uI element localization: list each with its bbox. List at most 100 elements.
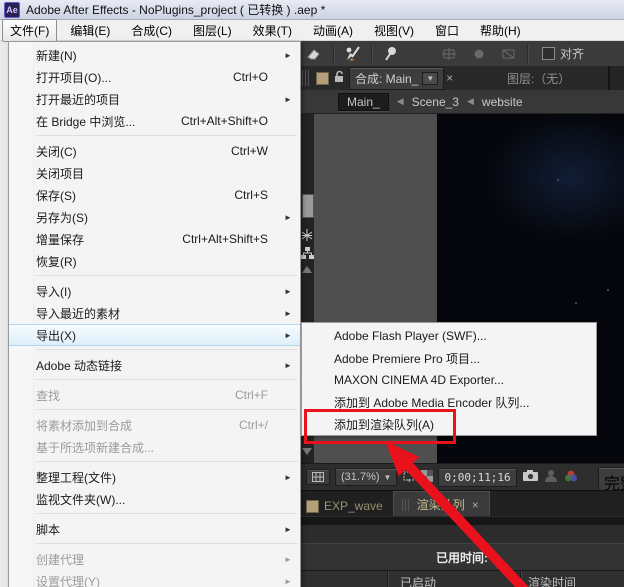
file-menu-item[interactable]: 恢复(R) <box>9 250 300 272</box>
star-speck <box>557 179 559 181</box>
menubar-item[interactable]: 视图(V) <box>366 19 422 42</box>
app-window: Ae Adobe After Effects - NoPlugins_proje… <box>0 0 624 587</box>
submenu-arrow-icon: ► <box>284 308 292 318</box>
file-menu-item[interactable]: 监视文件夹(W)... <box>9 488 300 510</box>
tab-layer[interactable]: 图层:（无） <box>453 70 624 87</box>
snap-label: 对齐 <box>560 47 585 61</box>
menu-separator <box>36 135 297 136</box>
export-submenu-item[interactable]: Adobe Flash Player (SWF)... <box>302 325 596 347</box>
tab-exp-wave[interactable]: EXP_wave <box>300 495 393 517</box>
elapsed-time-label: 已用时间: <box>300 543 624 571</box>
close-icon[interactable]: × <box>472 498 479 512</box>
chevron-down-icon[interactable]: ▼ <box>422 71 439 85</box>
file-menu-item[interactable]: 打开项目(O)... Ctrl+O <box>9 66 300 88</box>
render-queue-columns: 已启动 渲染时间 <box>300 571 624 587</box>
swatch-button[interactable] <box>302 194 314 218</box>
export-submenu-item[interactable]: Adobe Premiere Pro 项目... <box>302 347 596 369</box>
file-menu-item[interactable]: 将素材添加到合成 Ctrl+/ <box>9 414 300 436</box>
file-menu-item[interactable]: 关闭(C) Ctrl+W <box>9 140 300 162</box>
menubar-item[interactable]: 编辑(E) <box>62 19 118 42</box>
submenu-arrow-icon: ► <box>284 94 292 104</box>
file-menu-item[interactable]: 导出(X) ► <box>9 324 300 346</box>
menu-item-label: 查找 <box>36 388 61 403</box>
tab-label: 渲染队列 <box>416 498 465 512</box>
menubar-item[interactable]: 动画(A) <box>305 19 361 42</box>
show-channel-icon[interactable] <box>563 469 579 486</box>
panel-gripper-icon[interactable] <box>302 70 309 86</box>
flowchart-star-icon[interactable] <box>301 228 313 247</box>
puppet-pin-tool-icon[interactable] <box>376 44 406 64</box>
file-menu-item[interactable]: 保存(S) Ctrl+S <box>9 184 300 206</box>
menu-item-shortcut: Ctrl+S <box>234 188 268 202</box>
file-menu-item[interactable]: 打开最近的项目 ► <box>9 88 300 110</box>
tools-toolbar: 对齐 <box>300 41 624 67</box>
menu-separator <box>36 543 297 544</box>
menu-item-label: 增量保存 <box>36 232 85 247</box>
menu-separator <box>36 513 297 514</box>
menu-item-label: 打开项目(O)... <box>36 70 112 85</box>
menubar-item[interactable]: 窗口 <box>427 19 467 42</box>
file-menu-item[interactable]: 新建(N) ► <box>9 44 300 66</box>
file-menu-item[interactable]: 另存为(S) ► <box>9 206 300 228</box>
menu-item-label: 将素材添加到合成 <box>36 418 133 433</box>
file-menu-item[interactable]: 导入(I) ► <box>9 280 300 302</box>
breadcrumb-item[interactable]: Main_ <box>338 92 389 111</box>
file-menu-item[interactable]: 查找 Ctrl+F <box>9 384 300 406</box>
snap-checkbox[interactable] <box>542 47 555 60</box>
star-speck <box>575 302 577 304</box>
breadcrumb-item[interactable]: website <box>482 95 523 109</box>
file-menu-item[interactable]: 导入最近的素材 ► <box>9 302 300 324</box>
menu-item-label: 整理工程(文件) <box>36 470 116 485</box>
menu-item-label: Adobe Flash Player (SWF)... <box>334 329 487 343</box>
viewer-tab-row: 合成: Main_ ▼ × 图层:（无） <box>300 66 624 90</box>
file-menu-item[interactable]: 整理工程(文件) ► <box>9 466 300 488</box>
scroll-down-icon[interactable] <box>302 448 312 455</box>
menu-item-shortcut: Ctrl+O <box>232 70 268 84</box>
menubar-item[interactable]: 文件(F) <box>2 18 58 42</box>
menu-item-label: 导入最近的素材 <box>36 306 121 321</box>
file-menu-item[interactable]: 关闭项目 <box>9 162 300 184</box>
comp-mini-icon <box>316 71 329 85</box>
file-menu-item[interactable]: 增量保存 Ctrl+Alt+Shift+S <box>9 228 300 250</box>
render-queue-header-band <box>300 525 624 543</box>
menu-separator <box>36 379 297 380</box>
close-icon[interactable]: × <box>446 71 453 85</box>
menu-item-shortcut: Ctrl+F <box>235 388 268 402</box>
snapshot-camera-icon[interactable] <box>522 469 539 485</box>
file-menu-item[interactable]: Adobe 动态链接 ► <box>9 354 300 376</box>
breadcrumb-arrow-icon: ◀ <box>396 96 404 106</box>
tab-composition[interactable]: 合成: Main_ ▼ <box>349 66 445 90</box>
roto-brush-tool-icon[interactable] <box>338 44 368 64</box>
magnification-dropdown[interactable]: (31.7%) ▼ <box>335 468 398 486</box>
tab-render-queue[interactable]: 渲染队列 × <box>392 491 490 517</box>
file-menu-item[interactable]: 创建代理 ► <box>9 548 300 570</box>
menubar-item[interactable]: 合成(C) <box>123 19 180 42</box>
toolbar-separator <box>333 44 335 63</box>
menubar-item[interactable]: 图层(L) <box>185 19 240 42</box>
camera-track-icon <box>434 44 464 64</box>
menubar-item[interactable]: 帮助(H) <box>472 19 529 42</box>
file-menu-item[interactable]: 在 Bridge 中浏览... Ctrl+Alt+Shift+O <box>9 110 300 132</box>
file-menu-item[interactable]: 基于所选项新建合成... <box>9 436 300 458</box>
menu-item-label: 保存(S) <box>36 188 76 203</box>
menubar-item[interactable]: 效果(T) <box>245 19 300 42</box>
lock-icon[interactable] <box>333 70 345 86</box>
scroll-up-icon[interactable] <box>302 266 312 273</box>
menu-item-label: 导出(X) <box>36 328 76 343</box>
started-column-label: 已启动 <box>400 576 437 587</box>
column-divider <box>387 571 389 587</box>
region-of-interest-icon[interactable] <box>402 469 416 485</box>
file-menu-item[interactable]: 脚本 ► <box>9 518 300 540</box>
menu-item-label: 导入(I) <box>36 284 72 299</box>
file-menu-item[interactable]: 设置代理(Y) ► <box>9 570 300 587</box>
menu-item-label: 脚本 <box>36 522 61 537</box>
submenu-arrow-icon: ► <box>284 524 292 534</box>
submenu-arrow-icon: ► <box>284 50 292 60</box>
choose-grid-button[interactable] <box>306 469 330 485</box>
export-submenu-item[interactable]: MAXON CINEMA 4D Exporter... <box>302 369 596 391</box>
breadcrumb-item[interactable]: Scene_3 <box>412 95 459 109</box>
timecode-display[interactable]: 0;00;11;16 <box>438 467 517 487</box>
transparency-grid-icon[interactable] <box>421 469 434 485</box>
flowchart-icon[interactable] <box>301 246 314 266</box>
eraser-tool-icon[interactable] <box>300 44 330 64</box>
